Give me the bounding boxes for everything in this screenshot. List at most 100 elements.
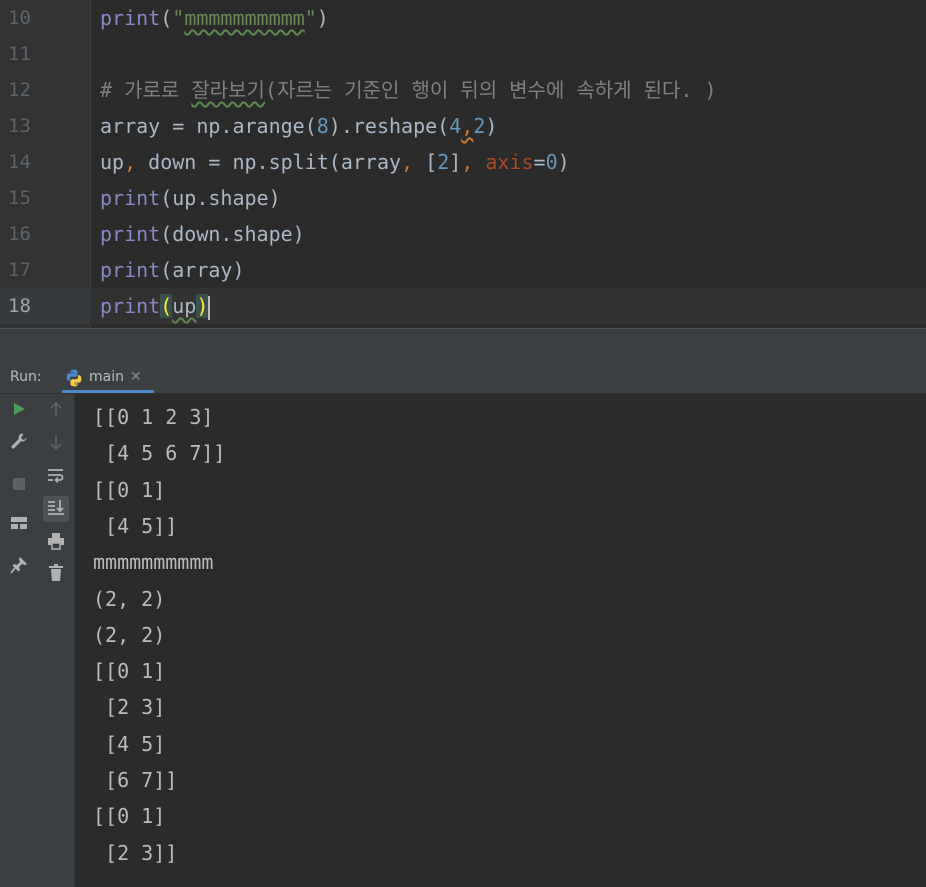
code-token: (자르는 기준인 행이 뒤의 변수에 속하게 된다. ) — [264, 78, 717, 102]
code-token: up — [172, 294, 197, 318]
panel-separator[interactable] — [0, 328, 926, 361]
code-token: (array) — [160, 258, 245, 282]
print-button[interactable] — [43, 530, 69, 556]
code-token: 잘라보기 — [191, 78, 265, 102]
text-caret — [208, 295, 211, 320]
code-line[interactable]: 10 print("mmmmmmmmmm") — [0, 0, 926, 36]
code-token: " — [304, 6, 317, 30]
code-line[interactable]: 11 — [0, 36, 926, 72]
active-tab-indicator — [62, 390, 154, 393]
soft-wrap-icon — [47, 467, 65, 487]
line-number: 17 — [8, 259, 31, 281]
scroll-down-icon — [49, 435, 63, 455]
line-number: 11 — [8, 43, 31, 65]
code-text: print(down.shape) — [100, 216, 305, 252]
trash-icon — [48, 564, 64, 586]
soft-wrap-button[interactable] — [43, 464, 69, 490]
code-token: ).reshape( — [328, 114, 450, 138]
code-line[interactable]: 18 print(up) — [0, 288, 926, 324]
pin-button[interactable] — [6, 554, 32, 580]
scroll-up-button[interactable] — [43, 398, 69, 424]
code-token: # 가로로 — [100, 78, 192, 102]
code-token: down = np.split(array — [136, 150, 402, 174]
code-token: ) — [485, 114, 498, 138]
code-token: 4 — [449, 114, 462, 138]
code-line[interactable]: 13 array = np.arange(8).reshape(4,2) — [0, 108, 926, 144]
console-line: [[0 1] — [93, 477, 166, 502]
console-line: [2 3]] — [93, 840, 178, 865]
run-tool-window-header: Run: main ✕ — [0, 360, 926, 394]
code-token: ) — [196, 294, 209, 318]
console-line: (2, 2) — [93, 586, 166, 611]
console-line: [[0 1 2 3] — [93, 405, 214, 429]
code-token: ) — [557, 150, 570, 174]
code-line[interactable]: 17 print(array) — [0, 252, 926, 288]
console-line: [4 5]] — [93, 513, 178, 538]
console-line: [4 5] — [93, 731, 166, 756]
code-token: , — [461, 114, 474, 138]
code-token: (up.shape) — [160, 186, 281, 210]
code-token: ( — [160, 6, 173, 30]
code-token: 2 — [473, 114, 486, 138]
code-token: ( — [160, 294, 173, 318]
code-text: print(array) — [100, 252, 245, 288]
code-text: print(up.shape) — [100, 180, 281, 216]
edit-config-button[interactable] — [6, 430, 32, 456]
rerun-button[interactable] — [6, 398, 32, 424]
code-token: axis — [485, 150, 534, 174]
line-number: 18 — [0, 288, 90, 324]
code-token: print — [100, 222, 161, 246]
line-number: 16 — [8, 223, 31, 245]
code-token: , — [461, 150, 474, 174]
code-text: print(up) — [100, 288, 211, 324]
code-token: print — [100, 6, 161, 30]
clear-all-button[interactable] — [43, 562, 69, 588]
code-token: ] — [449, 150, 462, 174]
code-text: up, down = np.split(array, [2], axis=0) — [100, 144, 570, 180]
line-number: 14 — [8, 151, 31, 173]
stop-button[interactable] — [6, 472, 32, 498]
scroll-to-end-button[interactable] — [43, 496, 69, 522]
code-token: , — [124, 150, 137, 174]
print-icon — [47, 532, 65, 554]
code-line[interactable]: 14 up, down = np.split(array, [2], axis=0… — [0, 144, 926, 180]
console-line: [[0 1] — [93, 804, 166, 829]
scroll-down-button[interactable] — [43, 432, 69, 458]
console-output[interactable]: [[0 1 2 3] [4 5 6 7]] [[0 1] [4 5]] mmmmmm… — [75, 394, 926, 887]
code-token: " — [172, 6, 185, 30]
console-line: [4 5 6 7]] — [93, 441, 226, 466]
code-line[interactable]: 15 print(up.shape) — [0, 180, 926, 216]
run-tab-main[interactable]: main ✕ — [62, 360, 154, 393]
line-number: 13 — [8, 115, 31, 137]
console-line: [[0 1] — [93, 659, 166, 684]
console-line: mmmmmmmmmm — [93, 550, 214, 575]
python-icon — [64, 368, 84, 392]
run-tab-label: main — [89, 369, 124, 385]
code-token: print — [100, 258, 161, 282]
run-label: Run: — [10, 369, 42, 385]
layout-button[interactable] — [6, 512, 32, 538]
code-token: 2 — [437, 150, 450, 174]
line-number: 10 — [8, 7, 31, 29]
console-line: [2 3] — [93, 695, 166, 720]
code-editor[interactable]: 10 print("mmmmmmmmmm") 11 12 # 가로로 잘라보기(자르는 … — [0, 0, 926, 328]
close-icon[interactable]: ✕ — [130, 360, 142, 394]
console-line: (2, 2) — [93, 622, 166, 647]
code-token: print — [100, 294, 161, 318]
code-text: array = np.arange(8).reshape(4,2) — [100, 108, 497, 144]
code-line[interactable]: 12 # 가로로 잘라보기(자르는 기준인 행이 뒤의 변수에 속하게 된다. ) — [0, 72, 926, 108]
code-token: print — [100, 186, 161, 210]
code-token: ) — [316, 6, 329, 30]
layout-icon — [10, 515, 28, 535]
code-token: 8 — [316, 114, 329, 138]
stop-icon — [12, 476, 26, 495]
scroll-to-end-icon — [47, 499, 65, 519]
code-line[interactable]: 16 print(down.shape) — [0, 216, 926, 252]
code-token: [ — [413, 150, 438, 174]
line-number: 15 — [8, 187, 31, 209]
code-token: mmmmmmmmmm — [184, 6, 305, 30]
line-number: 12 — [8, 79, 31, 101]
code-token: 0 — [545, 150, 558, 174]
scroll-up-icon — [49, 401, 63, 421]
